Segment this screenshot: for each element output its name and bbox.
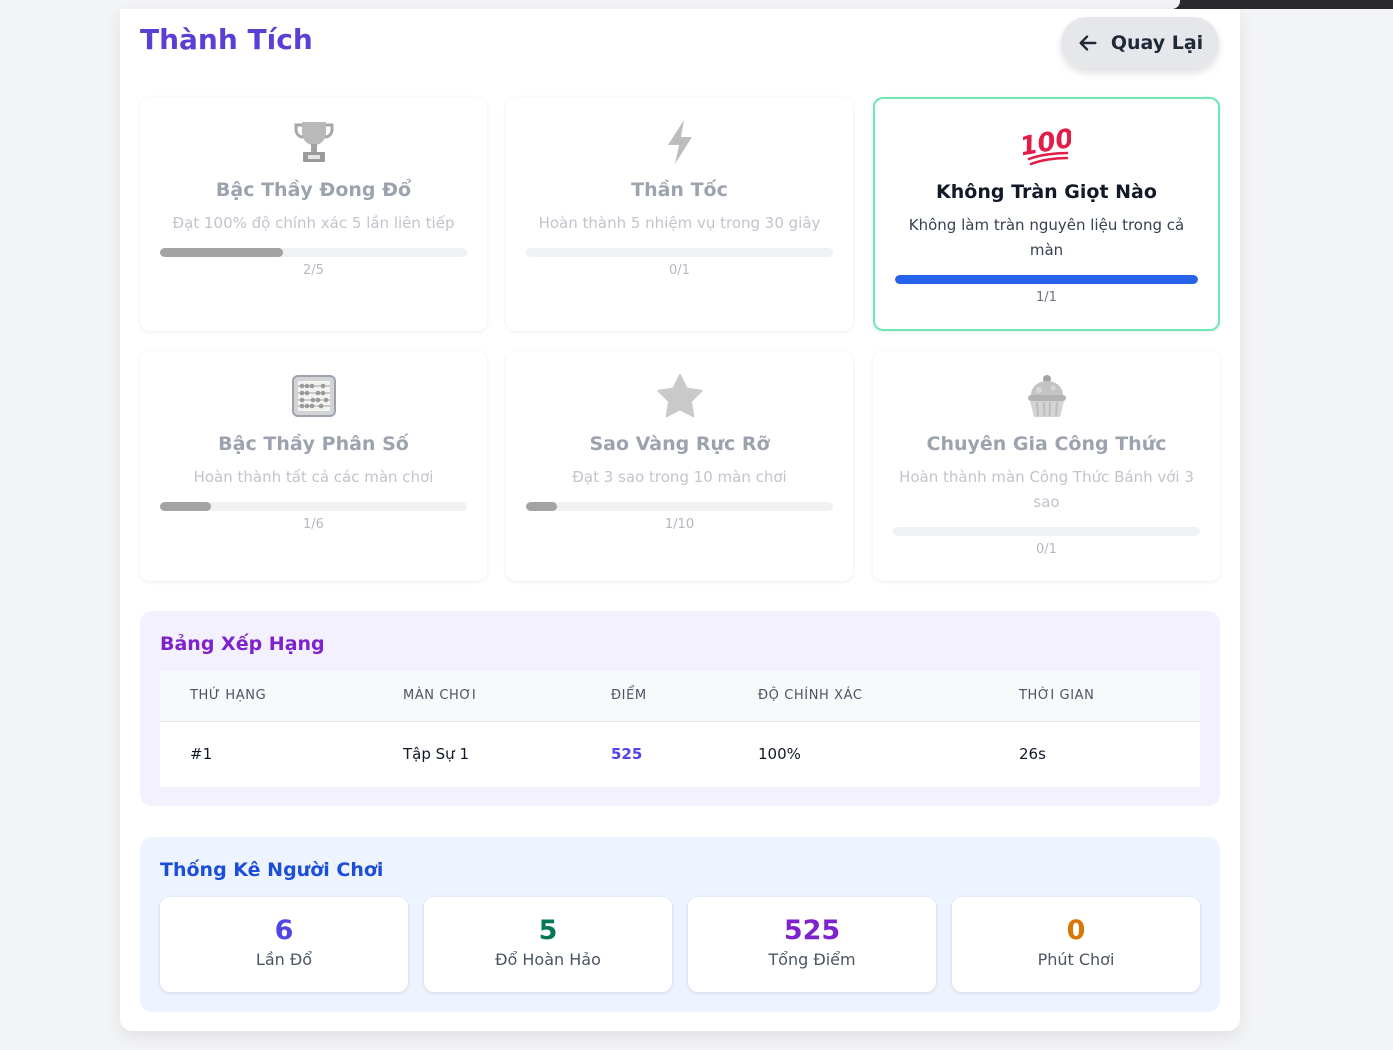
stat-card-perfect-pours: 5 Đổ Hoàn Hảo bbox=[424, 897, 672, 992]
achievement-card-4: Sao Vàng Rực Rỡ Đạt 3 sao trong 10 màn c… bbox=[506, 351, 853, 581]
leaderboard-table: THỨ HẠNG MÀN CHƠI ĐIỂM ĐỘ CHÍNH XÁC THỜI… bbox=[160, 671, 1200, 787]
progress-fill bbox=[160, 502, 212, 511]
achievement-title: Chuyên Gia Công Thức bbox=[926, 433, 1167, 455]
table-header: THỨ HẠNG MÀN CHƠI ĐIỂM ĐỘ CHÍNH XÁC THỜI… bbox=[160, 671, 1200, 722]
star-icon bbox=[506, 371, 853, 421]
cell-rank: #1 bbox=[190, 745, 213, 763]
progress-fill bbox=[160, 248, 283, 257]
trophy-icon bbox=[140, 117, 487, 167]
achievement-card-1: Thần Tốc Hoàn thành 5 nhiệm vụ trong 30 … bbox=[506, 97, 853, 331]
achievement-card-3: Bậc Thầy Phân Số Hoàn thành tất cả các m… bbox=[140, 351, 487, 581]
achievements-panel: Thành Tích Quay Lại Bậc Thầy Đong Đổ Đạt… bbox=[120, 9, 1240, 1031]
progress-count: 1/1 bbox=[1036, 290, 1057, 305]
stat-value: 5 bbox=[538, 915, 558, 946]
back-button-label: Quay Lại bbox=[1110, 32, 1204, 54]
column-header-time: THỜI GIAN bbox=[1019, 688, 1095, 703]
arrow-left-icon bbox=[1079, 35, 1097, 51]
achievement-card-5: Chuyên Gia Công Thức Hoàn thành màn Công… bbox=[873, 351, 1220, 581]
stat-card-pours: 6 Lần Đổ bbox=[160, 897, 408, 992]
column-header-rank: THỨ HẠNG bbox=[190, 688, 267, 703]
achievement-desc: Hoàn thành tất cả các màn chơi bbox=[193, 468, 434, 486]
browser-tab bbox=[0, 0, 1180, 9]
stat-value: 525 bbox=[783, 915, 841, 946]
achievement-desc: Không làm tràn nguyên liệu trong cả màn bbox=[908, 216, 1185, 259]
stat-label: Lần Đổ bbox=[255, 950, 313, 969]
progress-count: 0/1 bbox=[669, 263, 690, 278]
back-button[interactable]: Quay Lại bbox=[1061, 17, 1219, 69]
stat-value: 0 bbox=[1066, 915, 1086, 946]
progress-bar bbox=[160, 502, 467, 511]
column-header-accuracy: ĐỘ CHÍNH XÁC bbox=[758, 688, 863, 703]
achievement-desc: Hoàn thành màn Công Thức Bánh với 3 sao bbox=[899, 468, 1194, 511]
leaderboard-title: Bảng Xếp Hạng bbox=[160, 633, 325, 655]
cell-score: 525 bbox=[611, 745, 643, 763]
stat-card-total-score: 525 Tổng Điểm bbox=[688, 897, 936, 992]
stat-value: 6 bbox=[274, 915, 294, 946]
progress-bar bbox=[526, 502, 833, 511]
column-header-level: MÀN CHƠI bbox=[403, 688, 477, 703]
browser-top-strip bbox=[0, 0, 1393, 9]
achievement-title: Bậc Thầy Phân Số bbox=[218, 433, 409, 455]
page-title: Thành Tích bbox=[140, 23, 313, 56]
cell-level: Tập Sự 1 bbox=[403, 745, 469, 763]
cell-accuracy: 100% bbox=[758, 745, 801, 763]
achievement-card-0: Bậc Thầy Đong Đổ Đạt 100% độ chính xác 5… bbox=[140, 97, 487, 331]
stat-label: Đổ Hoàn Hảo bbox=[495, 950, 601, 969]
player-stats-section: Thống Kê Người Chơi 6 Lần Đổ 5 Đổ Hoàn H… bbox=[140, 837, 1220, 1012]
progress-bar bbox=[160, 248, 467, 257]
svg-text:100: 100 bbox=[1023, 124, 1071, 163]
lightning-icon bbox=[506, 117, 853, 167]
progress-count: 2/5 bbox=[303, 263, 324, 278]
leaderboard-section: Bảng Xếp Hạng THỨ HẠNG MÀN CHƠI ĐIỂM ĐỘ … bbox=[140, 611, 1220, 806]
table-row: #1 Tập Sự 1 525 100% 26s bbox=[160, 722, 1200, 786]
progress-fill bbox=[895, 275, 1198, 284]
progress-count: 1/6 bbox=[303, 517, 324, 532]
achievement-title: Không Tràn Giọt Nào bbox=[936, 181, 1157, 203]
column-header-score: ĐIỂM bbox=[611, 688, 647, 703]
cupcake-icon bbox=[873, 371, 1220, 421]
achievement-desc: Đạt 100% độ chính xác 5 lần liên tiếp bbox=[172, 214, 455, 232]
achievement-title: Sao Vàng Rực Rỡ bbox=[589, 433, 770, 455]
progress-bar bbox=[526, 248, 833, 257]
achievement-title: Thần Tốc bbox=[631, 179, 728, 201]
progress-bar bbox=[893, 527, 1200, 536]
stat-label: Phút Chơi bbox=[1037, 950, 1115, 969]
achievement-desc: Hoàn thành 5 nhiệm vụ trong 30 giây bbox=[538, 214, 821, 232]
hundred-points-icon: 100 bbox=[875, 119, 1218, 169]
progress-bar bbox=[895, 275, 1198, 284]
achievement-card-2: 100 Không Tràn Giọt Nào Không làm tràn n… bbox=[873, 97, 1220, 331]
progress-count: 0/1 bbox=[1036, 542, 1057, 557]
player-stats-title: Thống Kê Người Chơi bbox=[160, 859, 384, 881]
cell-time: 26s bbox=[1019, 745, 1046, 763]
progress-fill bbox=[526, 502, 557, 511]
achievement-desc: Đạt 3 sao trong 10 màn chơi bbox=[572, 468, 787, 486]
progress-count: 1/10 bbox=[664, 517, 695, 532]
stat-card-minutes-played: 0 Phút Chơi bbox=[952, 897, 1200, 992]
abacus-icon bbox=[140, 371, 487, 421]
stat-label: Tổng Điểm bbox=[768, 950, 856, 969]
achievement-title: Bậc Thầy Đong Đổ bbox=[215, 179, 412, 201]
